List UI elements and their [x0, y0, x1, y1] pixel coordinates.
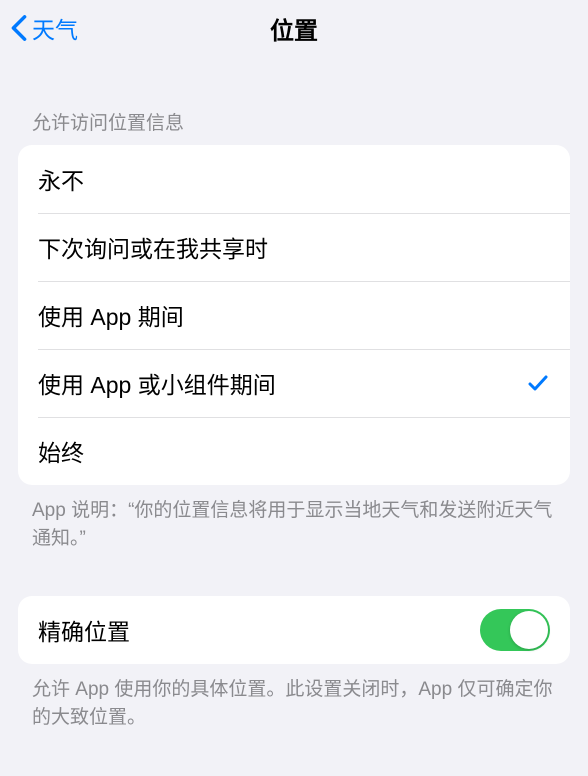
- toggle-knob: [510, 611, 548, 649]
- navigation-bar: 天气 位置: [0, 0, 588, 56]
- option-ask-next-time[interactable]: 下次询问或在我共享时: [18, 213, 570, 281]
- page-title: 位置: [270, 11, 318, 46]
- precise-location-label: 精确位置: [38, 613, 130, 647]
- precise-location-group: 精确位置: [18, 596, 570, 664]
- option-label: 始终: [38, 434, 84, 468]
- precise-location-toggle[interactable]: [480, 609, 550, 651]
- section-footer-app-explanation: App 说明：“你的位置信息将用于显示当地天气和发送附近天气通知。”: [0, 485, 588, 552]
- option-always[interactable]: 始终: [18, 417, 570, 485]
- option-label: 使用 App 期间: [38, 298, 184, 332]
- option-label: 使用 App 或小组件期间: [38, 366, 276, 400]
- back-button[interactable]: 天气: [8, 7, 80, 49]
- back-label: 天气: [32, 11, 78, 45]
- option-label: 下次询问或在我共享时: [38, 230, 268, 264]
- option-while-using-or-widgets[interactable]: 使用 App 或小组件期间: [18, 349, 570, 417]
- location-access-group: 永不 下次询问或在我共享时 使用 App 期间 使用 App 或小组件期间 始终: [18, 145, 570, 485]
- option-label: 永不: [38, 162, 84, 196]
- section-header-location-access: 允许访问位置信息: [0, 56, 588, 145]
- option-never[interactable]: 永不: [18, 145, 570, 213]
- option-while-using[interactable]: 使用 App 期间: [18, 281, 570, 349]
- precise-location-row[interactable]: 精确位置: [18, 596, 570, 664]
- section-footer-precise-explanation: 允许 App 使用你的具体位置。此设置关闭时，App 仅可确定你的大致位置。: [0, 664, 588, 731]
- chevron-left-icon: [10, 14, 28, 42]
- checkmark-icon: [526, 371, 550, 395]
